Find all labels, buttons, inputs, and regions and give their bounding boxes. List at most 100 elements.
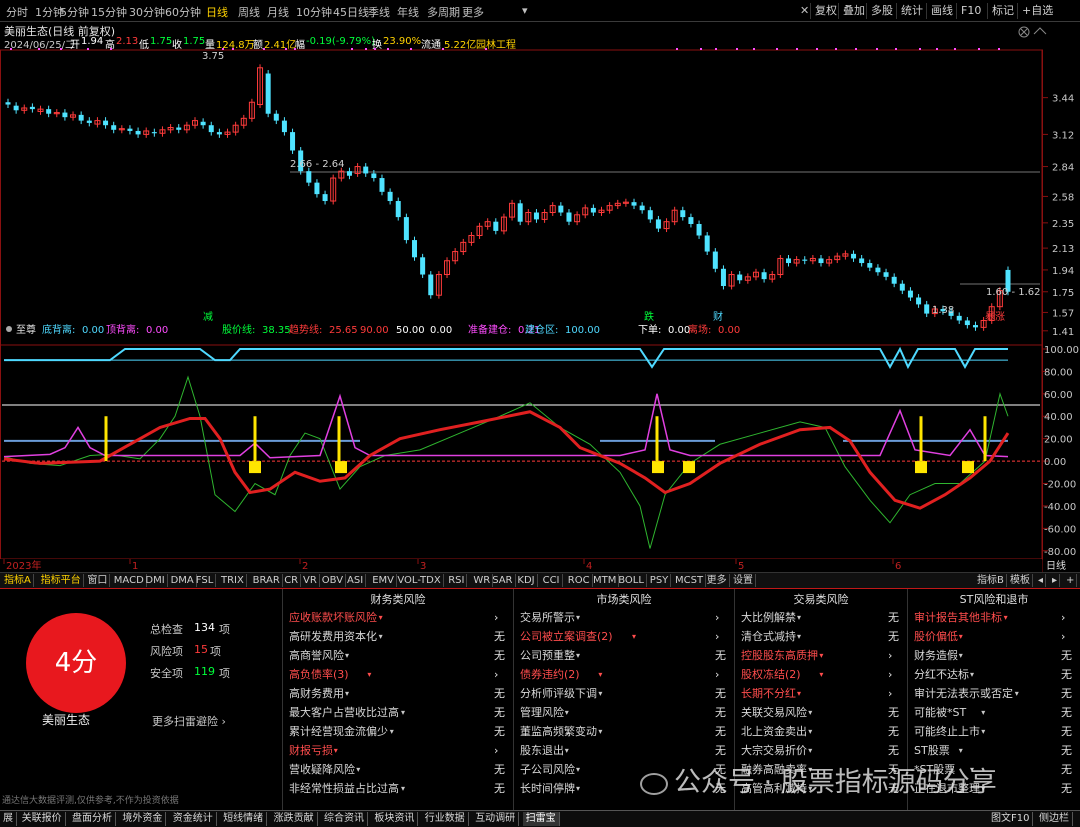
period-0[interactable]: 分时 (6, 4, 28, 20)
toolbar-button-7[interactable]: +自选 (1017, 3, 1057, 19)
indicator-tab-24[interactable]: MCST (673, 574, 707, 587)
toolbar-button-0[interactable]: 复权 (810, 3, 841, 19)
risk-item[interactable]: 股东退出 (520, 742, 564, 760)
risk-item[interactable]: 高财务费用 (289, 685, 344, 703)
status-sidebar[interactable]: 侧边栏 (1036, 812, 1073, 826)
more-scan-link[interactable]: 更多扫雷避险 › (152, 713, 226, 729)
risk-item[interactable]: 长期不分红 (741, 685, 796, 703)
toolbar-button-5[interactable]: F10 (956, 3, 985, 19)
status-tab-0[interactable]: 展 (0, 812, 17, 826)
status-f10[interactable]: 图文F10 (988, 812, 1034, 826)
risk-item[interactable]: 公司预重整 (520, 647, 575, 665)
risk-item-value[interactable]: 无 (888, 742, 899, 760)
indicator-menu-icon[interactable] (6, 326, 12, 332)
risk-item[interactable]: 交易所警示 (520, 609, 575, 627)
risk-item[interactable]: 非经常性损益占比过高 (289, 780, 399, 798)
status-tab-7[interactable]: 综合资讯 (321, 812, 368, 826)
risk-item[interactable]: 可能终止上市 (914, 723, 980, 741)
risk-item[interactable]: 财务造假 (914, 647, 958, 665)
risk-item[interactable]: 高负债率(3) (289, 666, 349, 684)
period-4[interactable]: 30分钟 (129, 4, 165, 20)
risk-item-value[interactable]: 无 (494, 723, 505, 741)
indicator-tab-22[interactable]: BOLL (616, 574, 647, 587)
indicator-tab-3[interactable]: MACD (112, 574, 147, 587)
chevron-down-icon[interactable]: ▾ (522, 4, 528, 17)
risk-item[interactable]: 控股股东高质押 (741, 647, 818, 665)
period-8[interactable]: 月线 (267, 4, 289, 20)
period-9[interactable]: 10分钟 (296, 4, 332, 20)
risk-item[interactable]: 股权冻结(2) (741, 666, 801, 684)
risk-item-value[interactable]: 无 (888, 609, 899, 627)
status-tab-11[interactable]: 扫雷宝 (522, 812, 560, 826)
risk-item-value[interactable]: 无 (1061, 685, 1072, 703)
status-tab-8[interactable]: 板块资讯 (371, 812, 419, 826)
status-tab-6[interactable]: 涨跌贡献 (271, 812, 318, 826)
period-5[interactable]: 60分钟 (165, 4, 201, 20)
risk-item[interactable]: 大比例解禁 (741, 609, 796, 627)
risk-item-value[interactable]: 无 (1061, 704, 1072, 722)
indicator-tab-15[interactable]: RSI (446, 574, 468, 587)
risk-item-value[interactable]: 无 (494, 704, 505, 722)
risk-item-value[interactable]: 无 (494, 628, 505, 646)
risk-item-value[interactable]: 无 (715, 685, 726, 703)
risk-item-value[interactable]: › (494, 742, 498, 760)
indicator-name[interactable]: 至尊 (16, 323, 36, 336)
status-tab-2[interactable]: 盘面分析 (69, 812, 116, 826)
risk-item-value[interactable]: 无 (888, 628, 899, 646)
indicator-tab-8[interactable]: BRAR (251, 574, 283, 587)
risk-item-value[interactable]: 无 (715, 647, 726, 665)
risk-item-value[interactable]: 无 (494, 780, 505, 798)
risk-item[interactable]: 关联交易风险 (741, 704, 807, 722)
toolbar-button-6[interactable]: 标记 (987, 3, 1018, 19)
indicator-tab-right-1[interactable]: 模板 (1008, 574, 1033, 587)
risk-item[interactable]: 分析师评级下调 (520, 685, 597, 703)
risk-item[interactable]: 子公司风险 (520, 761, 575, 779)
risk-item[interactable]: 债券违约(2) (520, 666, 580, 684)
indicator-tab-5[interactable]: DMA (169, 574, 197, 587)
risk-item-value[interactable]: 无 (888, 704, 899, 722)
risk-item[interactable]: 审计报告其他非标 (914, 609, 1002, 627)
indicator-tab-7[interactable]: TRIX (219, 574, 247, 587)
status-tab-4[interactable]: 资金统计 (170, 812, 217, 826)
indicator-tab-2[interactable]: 窗口 (85, 574, 111, 587)
period-13[interactable]: 多周期 (427, 4, 460, 20)
risk-item-value[interactable]: › (888, 666, 892, 684)
indicator-tab-9[interactable]: CR (282, 574, 302, 587)
risk-item[interactable]: 管理风险 (520, 704, 564, 722)
risk-item-value[interactable]: 无 (888, 723, 899, 741)
risk-item-value[interactable]: 无 (1061, 647, 1072, 665)
risk-item-value[interactable]: 无 (494, 685, 505, 703)
indicator-tab-19[interactable]: CCI (541, 574, 563, 587)
indicator-tab-25[interactable]: 更多 (705, 574, 730, 587)
risk-item[interactable]: 清仓式减持 (741, 628, 796, 646)
risk-item[interactable]: 最大客户占营收比过高 (289, 704, 399, 722)
risk-item-value[interactable]: › (494, 666, 498, 684)
period-14[interactable]: 更多 (462, 4, 484, 20)
indicator-tab-23[interactable]: PSY (648, 574, 672, 587)
risk-item-value[interactable]: › (888, 685, 892, 703)
risk-item-value[interactable]: 无 (715, 704, 726, 722)
scroll-left-icon[interactable]: ◂ (1036, 574, 1047, 587)
risk-item-value[interactable]: 无 (1061, 780, 1072, 798)
period-12[interactable]: 年线 (397, 4, 419, 20)
risk-item[interactable]: ST股票 (914, 742, 950, 760)
indicator-tab-11[interactable]: OBV (320, 574, 347, 587)
risk-item-value[interactable]: › (715, 666, 719, 684)
toolbar-button-1[interactable]: 叠加 (838, 3, 869, 19)
indicator-tab-4[interactable]: DMI (143, 574, 168, 587)
period-6[interactable]: 日线 (206, 4, 228, 20)
risk-item-value[interactable]: 无 (715, 723, 726, 741)
risk-item[interactable]: 可能被*ST (914, 704, 966, 722)
period-2[interactable]: 5分钟 (60, 4, 89, 20)
risk-item-value[interactable]: 无 (494, 761, 505, 779)
indicator-tab-1[interactable]: 指标平台 (39, 574, 84, 587)
toolbar-button-3[interactable]: 统计 (896, 3, 927, 19)
risk-item[interactable]: 分红不达标 (914, 666, 969, 684)
period-10[interactable]: 45日线 (333, 4, 369, 20)
risk-item-value[interactable]: 无 (494, 647, 505, 665)
status-tab-10[interactable]: 互动调研 (472, 812, 520, 826)
risk-item[interactable]: 董监高频繁变动 (520, 723, 597, 741)
risk-item-value[interactable]: › (715, 628, 719, 646)
status-tab-3[interactable]: 境外资金 (119, 812, 167, 826)
chart-canvas[interactable]: 3.75 2.66 - 2.64 1.38 1.60 - 1.62 减 跌 财 暴涨 3.44… (0, 22, 1080, 572)
